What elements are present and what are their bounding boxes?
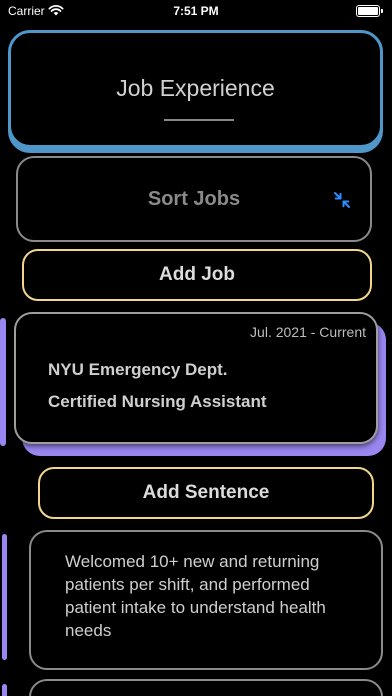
clock: 7:51 PM [173,4,219,18]
title-underline [164,119,234,121]
job-dates: Jul. 2021 - Current [250,324,366,340]
sort-jobs-button[interactable]: Sort Jobs [16,156,372,242]
battery-icon [356,5,383,17]
add-job-label: Add Job [159,264,235,285]
job-employer: NYU Emergency Dept. [48,360,228,379]
sort-jobs-label: Sort Jobs [147,188,241,210]
job-reorder-handle[interactable] [0,318,6,446]
sentence-card[interactable]: Welcomed 10+ new and returning patients … [29,530,383,670]
job-experience-screen: Carrier 7:51 PM Job Experience Sort Jobs… [0,0,392,696]
sentence-card[interactable] [29,679,383,696]
header-card: Job Experience [8,30,383,148]
page-title: Job Experience [116,75,275,101]
sentence-reorder-handle[interactable] [2,534,7,660]
job-title: Certified Nursing Assistant [48,392,267,411]
sentence-text: Welcomed 10+ new and returning patients … [65,552,326,640]
job-card[interactable]: Jul. 2021 - Current NYU Emergency Dept. … [14,312,378,444]
status-bar: Carrier 7:51 PM [0,0,392,24]
add-sentence-button[interactable]: Add Sentence [38,467,374,519]
sentence-reorder-handle[interactable] [2,684,7,696]
add-job-button[interactable]: Add Job [22,249,372,301]
add-sentence-label: Add Sentence [142,482,270,503]
collapse-arrows-icon [334,192,350,208]
